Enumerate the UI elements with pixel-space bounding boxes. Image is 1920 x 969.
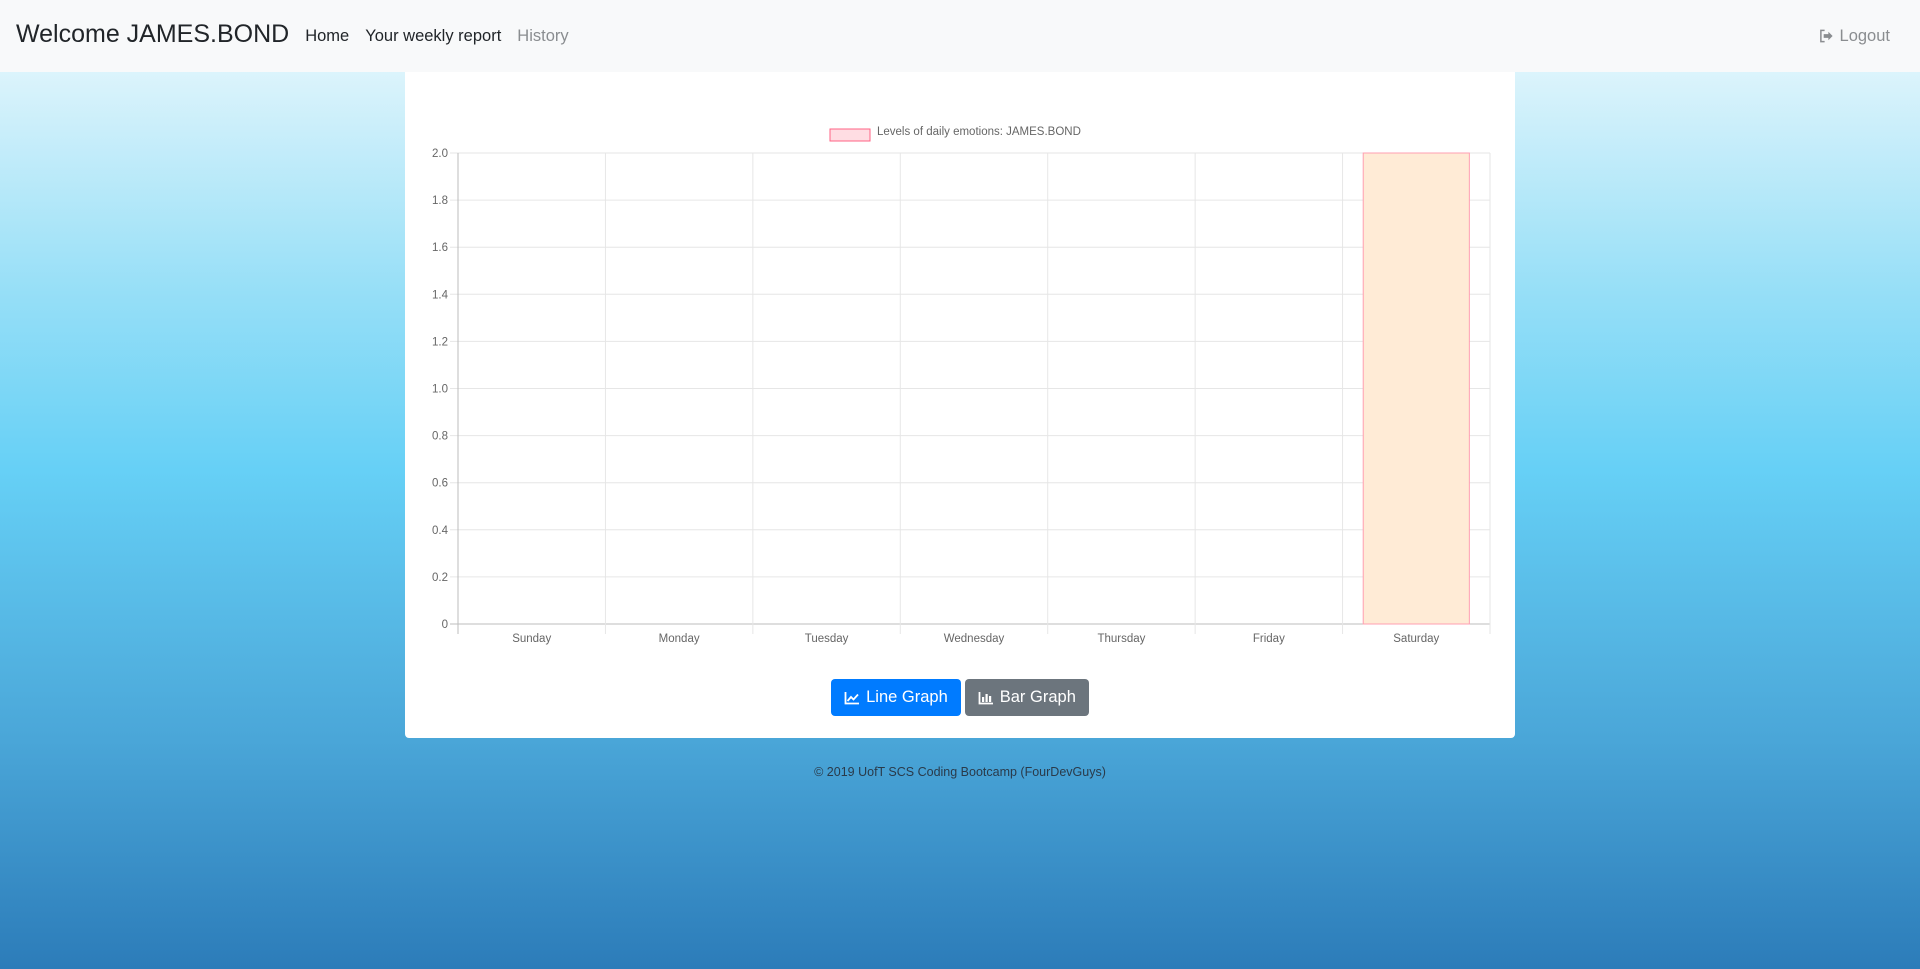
- bar-graph-label: Bar Graph: [999, 688, 1076, 706]
- navbar: Welcome JAMES.BOND Home Your weekly repo…: [0, 0, 1920, 72]
- bar-chart-icon: [978, 691, 993, 704]
- logout-label: Logout: [1839, 26, 1890, 45]
- y-tick-label: 0.6: [432, 478, 448, 490]
- nav-link-history[interactable]: History: [509, 27, 576, 46]
- x-tick-label: Wednesday: [944, 633, 1005, 645]
- y-tick-label: 1.8: [432, 195, 448, 207]
- bar-graph-button[interactable]: Bar Graph: [964, 679, 1089, 716]
- y-tick-label: 1.0: [432, 384, 448, 396]
- y-tick-label: 0.8: [432, 431, 448, 443]
- y-tick-label: 0.2: [432, 572, 448, 584]
- nav-link-weekly-report[interactable]: Your weekly report: [357, 27, 509, 46]
- x-tick-label: Saturday: [1393, 633, 1439, 645]
- x-tick-label: Monday: [659, 633, 700, 645]
- chart-card: 0 0.2 0.4 0.6 0.8 1.0 1.2 1.4 1.6 1.8 2.0 Sunday Mon…: [405, 72, 1515, 738]
- y-tick-label: 1.6: [432, 242, 448, 254]
- y-tick-label: 0: [442, 619, 448, 631]
- x-tick-label: Friday: [1253, 633, 1285, 645]
- legend-swatch: [829, 128, 871, 142]
- bar-saturday: [1362, 152, 1470, 625]
- y-tick-label: 2.0: [432, 148, 448, 160]
- nav-link-home[interactable]: Home: [297, 27, 357, 46]
- line-chart-icon: [844, 691, 860, 704]
- graph-toggle-group: Line Graph Bar Graph: [405, 679, 1515, 716]
- weekly-emotions-chart: 0 0.2 0.4 0.6 0.8 1.0 1.2 1.4 1.6 1.8 2.0 Sunday Mon…: [432, 126, 1491, 645]
- y-tick-label: 1.2: [432, 336, 448, 348]
- y-tick-label: 0.4: [432, 525, 449, 537]
- logout-link[interactable]: Logout: [1819, 27, 1904, 46]
- x-tick-label: Tuesday: [805, 633, 849, 645]
- navbar-brand[interactable]: Welcome JAMES.BOND: [16, 20, 289, 49]
- sign-out-icon: [1819, 29, 1833, 43]
- legend-label: Levels of daily emotions: JAMES.BOND: [877, 126, 1081, 138]
- y-tick-label: 1.4: [432, 289, 449, 301]
- x-tick-label: Thursday: [1097, 633, 1145, 645]
- line-graph-label: Line Graph: [866, 688, 948, 706]
- line-graph-button[interactable]: Line Graph: [831, 679, 961, 716]
- x-tick-label: Sunday: [512, 633, 551, 645]
- footer-copyright: © 2019 UofT SCS Coding Bootcamp (FourDev…: [814, 765, 1106, 779]
